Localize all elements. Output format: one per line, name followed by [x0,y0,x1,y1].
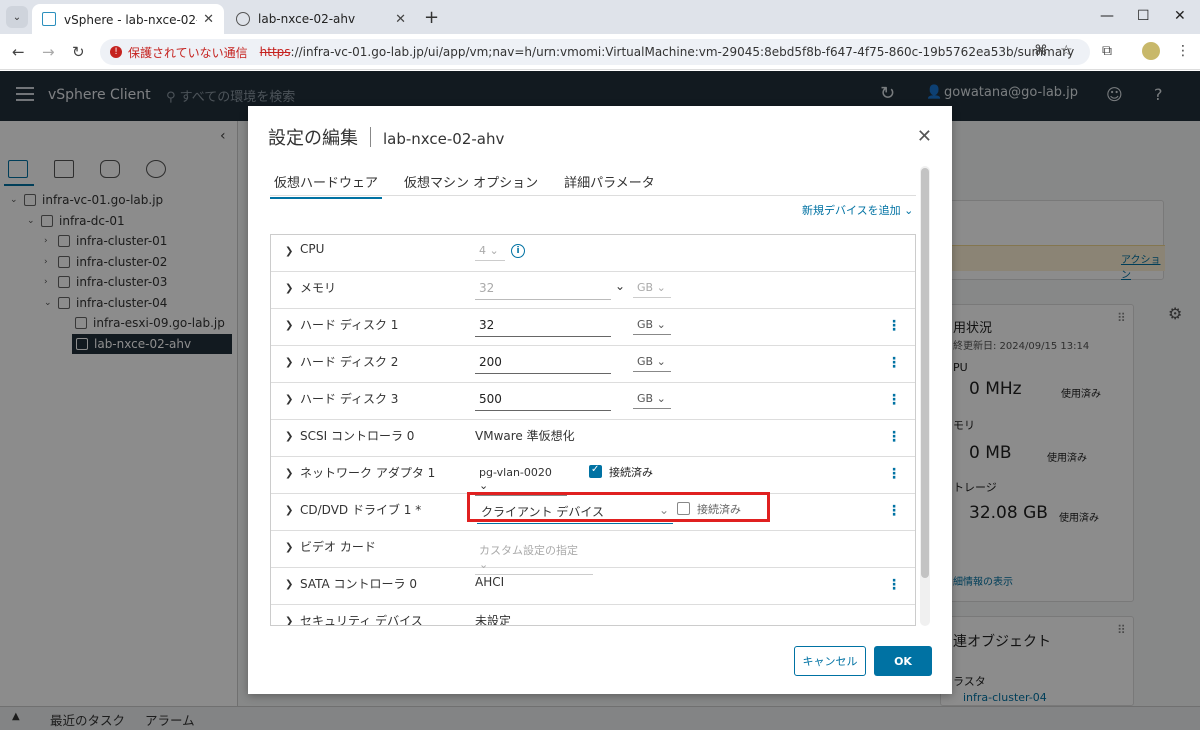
row-actions-icon[interactable]: ⋮ [887,503,901,519]
memory-label: メモリ [300,281,337,295]
scsi-label: SCSI コントローラ 0 [300,429,415,443]
browser-tab-vm[interactable]: lab-nxce-02-ahv ✕ [226,4,416,34]
close-tab-icon[interactable]: ✕ [203,12,214,27]
nic-label: ネットワーク アダプタ 1 [300,466,436,480]
minimize-icon[interactable]: — [1100,8,1114,24]
row-actions-icon[interactable]: ⋮ [887,466,901,482]
info-icon[interactable]: i [511,244,525,258]
browser-menu-icon[interactable]: ⋮ [1176,43,1190,59]
hw-row-sata: ❯ SATA コントローラ 0 AHCI ⋮ [271,568,915,605]
annotation-highlight-box [467,492,770,522]
window-close-icon[interactable]: ✕ [1174,8,1186,24]
browser-tab-vsphere[interactable]: vSphere - lab-nxce-02-ahv - サ ✕ [32,4,224,34]
hw-row-security-device: ❯ セキュリティ デバイス 未設定 [271,605,915,626]
hw-row-scsi: ❯ SCSI コントローラ 0 VMware 準仮想化 ⋮ [271,420,915,457]
disk2-label: ハード ディスク 2 [300,355,399,369]
security-label: 保護されていない通信 [128,45,248,60]
ok-button[interactable]: OK [874,646,932,676]
row-actions-icon[interactable]: ⋮ [887,429,901,445]
memory-unit-select[interactable]: GB ⌄ [633,279,671,298]
disk1-unit-select[interactable]: GB ⌄ [633,316,671,335]
dialog-title-text: 設定の編集 [268,128,358,149]
disk3-unit-select[interactable]: GB ⌄ [633,390,671,409]
dialog-close-icon[interactable]: ✕ [917,126,932,147]
expand-chevron-icon[interactable]: ❯ [285,616,293,625]
dialog-title: 設定の編集 lab-nxce-02-ahv [268,124,504,150]
video-label: ビデオ カード [300,540,376,554]
edit-settings-dialog: 設定の編集 lab-nxce-02-ahv ✕ 仮想ハードウェア 仮想マシン オプ… [248,106,952,694]
disk2-unit-select[interactable]: GB ⌄ [633,353,671,372]
vsphere-favicon-icon [42,12,56,26]
hw-row-disk2: ❯ ハード ディスク 2 200 GB ⌄ ⋮ [271,346,915,383]
extensions-icon[interactable]: ⧉ [1102,43,1112,59]
nic-connected-checkbox[interactable] [589,464,602,478]
tab-title: vSphere - lab-nxce-02-ahv - サ [64,12,197,27]
hw-row-video-card: ❯ ビデオ カード カスタム設定の指定 ⌄ [271,531,915,575]
cpu-label: CPU [300,242,325,256]
hw-row-disk1: ❯ ハード ディスク 1 32 GB ⌄ ⋮ [271,309,915,346]
row-actions-icon[interactable]: ⋮ [887,318,901,334]
expand-chevron-icon[interactable]: ❯ [285,468,293,479]
memory-size-input[interactable]: 32 [475,279,611,300]
expand-chevron-icon[interactable]: ❯ [285,320,293,331]
scsi-value: VMware 準仮想化 [475,429,575,443]
memory-dropdown-icon[interactable]: ⌄ [615,279,625,293]
close-tab-icon[interactable]: ✕ [395,12,406,27]
url-scheme: https [259,45,291,59]
tab-divider [270,195,916,196]
security-label: セキュリティ デバイス [300,614,423,626]
expand-chevron-icon[interactable]: ❯ [285,431,293,442]
row-actions-icon[interactable]: ⋮ [887,577,901,593]
back-icon[interactable]: ← [12,43,25,61]
expand-chevron-icon[interactable]: ❯ [285,505,293,516]
maximize-icon[interactable]: ☐ [1137,8,1150,24]
tab-list-dropdown[interactable]: ⌄ [6,6,28,28]
translate-icon[interactable]: ⌘ [1034,43,1048,59]
security-value: 未設定 [475,614,512,626]
disk1-label: ハード ディスク 1 [300,318,399,332]
disk3-label: ハード ディスク 3 [300,392,399,406]
add-new-device-menu[interactable]: 新規デバイスを追加 ⌄ [802,202,913,218]
nic-connected-label: 接続済み [609,466,653,479]
sata-value: AHCI [475,575,505,589]
security-indicator[interactable]: ! 保護されていない通信 [110,44,248,61]
disk1-size-input[interactable]: 32 [475,316,611,337]
bookmark-star-icon[interactable]: ☆ [1060,43,1073,59]
profile-avatar[interactable] [1142,42,1160,60]
disk3-size-input[interactable]: 500 [475,390,611,411]
browser-tabstrip: ⌄ vSphere - lab-nxce-02-ahv - サ ✕ lab-nx… [0,0,1200,34]
hw-row-cpu: ❯ CPU 4 ⌄ i [271,235,915,272]
hw-row-disk3: ❯ ハード ディスク 3 500 GB ⌄ ⋮ [271,383,915,420]
hw-row-network-adapter: ❯ ネットワーク アダプタ 1 pg-vlan-0020 ⌄ 接続済み ⋮ [271,457,915,496]
cpu-count-select[interactable]: 4 ⌄ [475,242,505,261]
scrollbar-thumb[interactable] [921,168,929,578]
url-path: ://infra-vc-01.go-lab.jp/ui/app/vm;nav=h… [290,45,1075,59]
new-tab-icon[interactable]: + [424,7,439,28]
expand-chevron-icon[interactable]: ❯ [285,246,293,257]
expand-chevron-icon[interactable]: ❯ [285,283,293,294]
address-bar: ← → ↻ ! 保護されていない通信 https ://infra-vc-01.… [0,34,1200,70]
hardware-list: ❯ CPU 4 ⌄ i ❯ メモリ 32 ⌄ GB ⌄ ❯ ハード ディスク 1… [270,234,916,626]
reload-icon[interactable]: ↻ [72,43,85,61]
row-actions-icon[interactable]: ⋮ [887,392,901,408]
sata-label: SATA コントローラ 0 [300,577,417,591]
url-field[interactable]: ! 保護されていない通信 https ://infra-vc-01.go-lab… [100,39,1090,65]
dialog-vm-name: lab-nxce-02-ahv [383,130,505,148]
warning-icon: ! [110,46,122,58]
globe-icon [236,12,250,26]
expand-chevron-icon[interactable]: ❯ [285,542,293,553]
expand-chevron-icon[interactable]: ❯ [285,394,293,405]
expand-chevron-icon[interactable]: ❯ [285,357,293,368]
cddvd-label: CD/DVD ドライブ 1 * [300,503,422,517]
hw-row-memory: ❯ メモリ 32 ⌄ GB ⌄ [271,272,915,309]
tab-title: lab-nxce-02-ahv [258,12,356,26]
cancel-button[interactable]: キャンセル [794,646,866,676]
expand-chevron-icon[interactable]: ❯ [285,579,293,590]
forward-icon[interactable]: → [42,43,55,61]
disk2-size-input[interactable]: 200 [475,353,611,374]
row-actions-icon[interactable]: ⋮ [887,355,901,371]
